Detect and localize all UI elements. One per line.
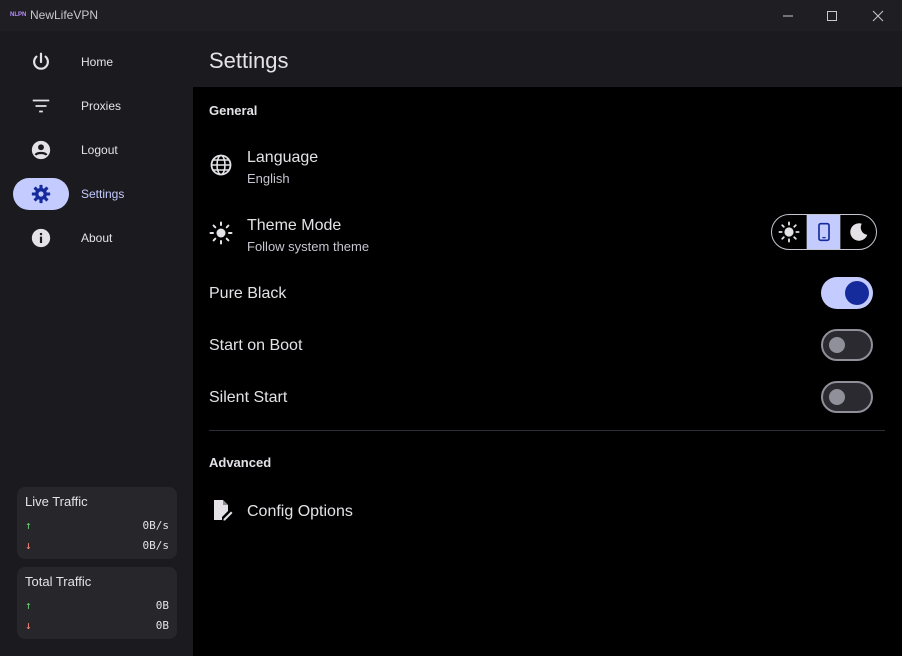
download-row: ↓ 0B/s [25,539,169,555]
start-on-boot-setting: Start on Boot [193,327,902,363]
theme-mode-selector [771,214,877,250]
sidebar-item-home[interactable]: Home [0,44,193,80]
pure-black-setting: Pure Black [193,275,902,311]
brightness-icon [209,221,233,245]
arrow-down-icon: ↓ [25,539,32,552]
settings-page: Settings General Language English Theme … [193,31,902,656]
sidebar-item-logout[interactable]: Logout [0,132,193,168]
sun-icon [778,221,800,243]
theme-dark-option[interactable] [841,215,876,249]
sidebar-item-label: Home [81,55,114,69]
language-value: English [247,171,290,186]
arrow-down-icon: ↓ [25,619,32,632]
arrow-up-icon: ↑ [25,519,32,532]
sidebar-item-proxies[interactable]: Proxies [0,88,193,124]
config-options-setting[interactable]: Config Options [193,493,902,529]
upload-row: ↑ 0B [25,599,169,615]
window-title: NewLifeVPN [30,8,99,22]
silent-start-setting: Silent Start [193,379,902,415]
toggle-knob [845,281,869,305]
maximize-button[interactable] [809,0,855,31]
config-options-title: Config Options [247,503,353,520]
section-divider [209,430,885,431]
power-icon [33,52,49,70]
total-traffic-title: Total Traffic [25,574,92,589]
sidebar-item-label: About [81,231,113,245]
theme-mode-title: Theme Mode [247,217,342,234]
close-button[interactable] [855,0,901,31]
pure-black-title: Pure Black [209,285,287,302]
language-setting[interactable]: Language English [193,137,902,193]
live-upload-value: 0B/s [142,519,170,532]
live-traffic-card: Live Traffic ↑ 0B/s ↓ 0B/s [17,487,177,559]
theme-mode-value: Follow system theme [247,239,370,254]
silent-start-toggle[interactable] [821,381,873,413]
moon-icon [849,223,867,241]
total-traffic-card: Total Traffic ↑ 0B ↓ 0B [17,567,177,639]
toggle-knob [829,337,845,353]
upload-row: ↑ 0B/s [25,519,169,535]
app-logo: NLPN [10,12,27,18]
live-download-value: 0B/s [142,539,170,552]
pure-black-toggle[interactable] [821,277,873,309]
info-icon [31,228,51,248]
close-icon [872,10,884,21]
download-row: ↓ 0B [25,619,169,635]
globe-icon [210,154,232,176]
toggle-knob [829,389,845,405]
theme-light-option[interactable] [772,215,807,249]
language-title: Language [247,149,319,166]
page-header: Settings [193,31,902,87]
sidebar-item-label: Logout [81,143,118,157]
minimize-icon [783,15,793,16]
maximize-icon [827,10,837,21]
live-traffic-title: Live Traffic [25,494,88,509]
start-on-boot-title: Start on Boot [209,337,303,354]
account-icon [31,140,51,160]
sidebar-item-settings[interactable]: Settings [0,176,193,212]
filter-icon [32,99,50,113]
sidebar: Home Proxies Logout Settings About Live … [0,31,193,656]
total-download-value: 0B [155,619,169,632]
page-title: Settings [209,48,289,73]
total-upload-value: 0B [155,599,169,612]
title-bar: NLPN NewLifeVPN [0,0,902,31]
sidebar-item-label: Proxies [81,99,122,113]
sidebar-item-about[interactable]: About [0,220,193,256]
silent-start-title: Silent Start [209,389,288,406]
start-on-boot-toggle[interactable] [821,329,873,361]
theme-system-option[interactable] [806,215,842,249]
arrow-up-icon: ↑ [25,599,32,612]
phone-icon [817,222,830,242]
minimize-button[interactable] [765,0,811,31]
sidebar-item-label: Settings [81,187,125,201]
section-advanced-title: Advanced [209,455,272,470]
gear-icon [31,184,51,204]
section-general-title: General [209,103,258,118]
edit-document-icon [214,500,233,521]
